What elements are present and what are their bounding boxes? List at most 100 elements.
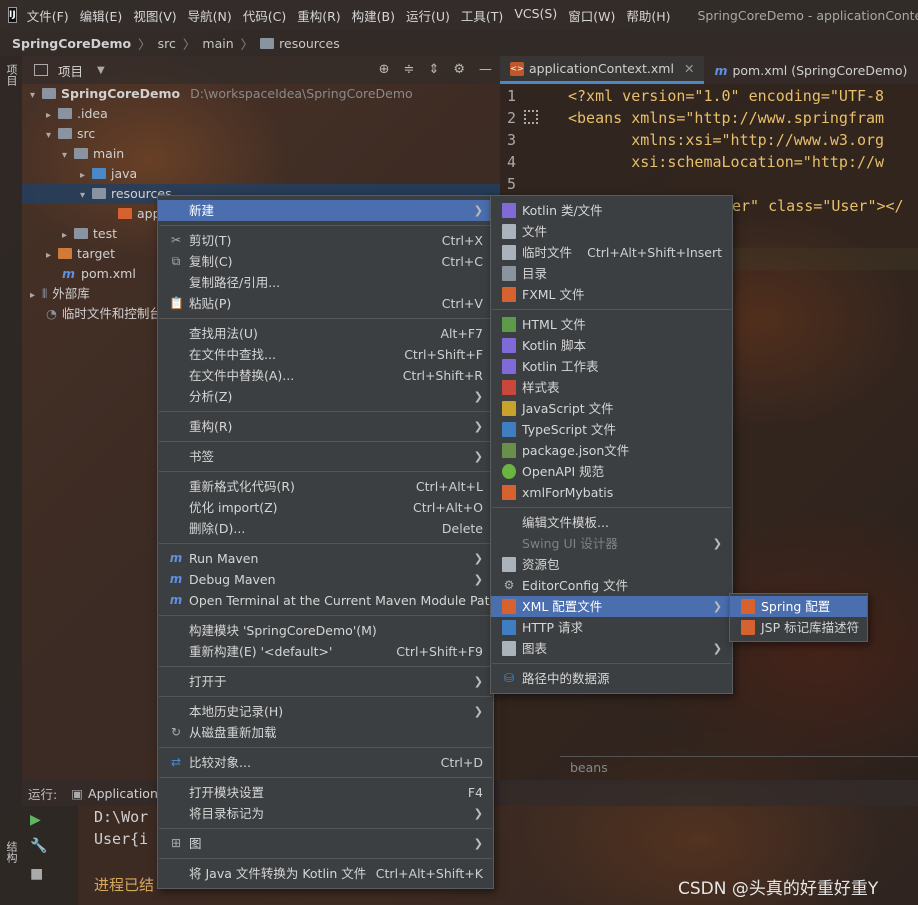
- menu-item[interactable]: ⧉ 复制(C) Ctrl+C: [158, 251, 493, 272]
- locate-icon[interactable]: ⊕: [379, 62, 390, 77]
- chevron-down-icon[interactable]: ▼: [97, 65, 105, 76]
- menu-item[interactable]: 优化 import(Z) Ctrl+Alt+O: [158, 497, 493, 518]
- settings-gear-icon[interactable]: ⚙: [453, 62, 465, 77]
- menu-4[interactable]: 代码(C): [243, 6, 286, 25]
- menu-item[interactable]: 重新构建(E) '<default>' Ctrl+Shift+F9: [158, 641, 493, 662]
- menu-2[interactable]: 视图(V): [133, 6, 176, 25]
- menu-5[interactable]: 重构(R): [297, 6, 340, 25]
- menu-item[interactable]: 构建模块 'SpringCoreDemo'(M): [158, 620, 493, 641]
- close-icon[interactable]: ✕: [684, 61, 694, 76]
- tool-tab-project[interactable]: 项目: [3, 64, 19, 86]
- menu-item[interactable]: Spring 配置: [730, 596, 867, 617]
- menu-item[interactable]: ↻ 从磁盘重新加载: [158, 722, 493, 743]
- expand-all-icon[interactable]: ≑: [404, 62, 415, 77]
- menu-item[interactable]: 复制路径/引用...: [158, 272, 493, 293]
- menu-item[interactable]: 本地历史记录(H) ❯: [158, 701, 493, 722]
- menu-item[interactable]: 将 Java 文件转换为 Kotlin 文件 Ctrl+Alt+Shift+K: [158, 863, 493, 884]
- menu-item[interactable]: Kotlin 工作表: [491, 356, 732, 377]
- menu-item[interactable]: 文件: [491, 221, 732, 242]
- tree-item-main[interactable]: ▾ main: [22, 144, 124, 164]
- tree-item-pom[interactable]: m pom.xml: [22, 264, 136, 284]
- menu-8[interactable]: 工具(T): [461, 6, 503, 25]
- menu-item[interactable]: 临时文件 Ctrl+Alt+Shift+Insert: [491, 242, 732, 263]
- menu-item[interactable]: 删除(D)... Delete: [158, 518, 493, 539]
- menu-item[interactable]: 重新格式化代码(R) Ctrl+Alt+L: [158, 476, 493, 497]
- tree-item-java[interactable]: ▸ java: [22, 164, 137, 184]
- menu-9[interactable]: VCS(S): [514, 6, 557, 25]
- tree-item-scratches[interactable]: ◔ 临时文件和控制台: [22, 304, 162, 324]
- tree-item-root[interactable]: ▾ SpringCoreDemo D:\workspaceIdea\SpringC…: [22, 84, 413, 104]
- spring-bean-gutter-icon[interactable]: [524, 110, 538, 124]
- menu-item[interactable]: JavaScript 文件: [491, 398, 732, 419]
- menu-6[interactable]: 构建(B): [352, 6, 395, 25]
- menu-item[interactable]: FXML 文件: [491, 284, 732, 305]
- menu-11[interactable]: 帮助(H): [626, 6, 670, 25]
- menu-item[interactable]: XML 配置文件 ❯: [491, 596, 732, 617]
- menu-item[interactable]: 图表 ❯: [491, 638, 732, 659]
- menu-7[interactable]: 运行(U): [406, 6, 450, 25]
- editor-breadcrumb[interactable]: beans: [560, 756, 918, 778]
- menu-item[interactable]: ⚙ EditorConfig 文件: [491, 575, 732, 596]
- menu-item[interactable]: m Debug Maven ❯: [158, 569, 493, 590]
- rerun-icon[interactable]: ▶: [30, 812, 41, 828]
- menu-0[interactable]: 文件(F): [27, 6, 69, 25]
- menu-item[interactable]: 查找用法(U) Alt+F7: [158, 323, 493, 344]
- menu-3[interactable]: 导航(N): [188, 6, 232, 25]
- minimize-icon[interactable]: —: [479, 62, 492, 77]
- tree-item-external-libs[interactable]: ▸ ⫴ 外部库: [22, 284, 90, 304]
- menu-1[interactable]: 编辑(E): [80, 6, 123, 25]
- collapse-all-icon[interactable]: ⇕: [428, 62, 439, 77]
- menu-item[interactable]: 将目录标记为 ❯: [158, 803, 493, 824]
- menu-item[interactable]: ⇄ 比较对象... Ctrl+D: [158, 752, 493, 773]
- menu-item[interactable]: 样式表: [491, 377, 732, 398]
- tool-tab-structure[interactable]: 结构: [3, 841, 19, 863]
- menu-item[interactable]: package.json文件: [491, 440, 732, 461]
- menu-item[interactable]: xmlForMybatis: [491, 482, 732, 503]
- menu-item[interactable]: ⛁ 路径中的数据源: [491, 668, 732, 689]
- menu-item[interactable]: HTTP 请求: [491, 617, 732, 638]
- tree-item-src[interactable]: ▾ src: [22, 124, 95, 144]
- menu-item[interactable]: HTML 文件: [491, 314, 732, 335]
- menu-item-label: 优化 import(Z): [189, 500, 278, 515]
- menu-item[interactable]: 资源包: [491, 554, 732, 575]
- menu-item[interactable]: OpenAPI 规范: [491, 461, 732, 482]
- breadcrumb-resources[interactable]: resources: [279, 36, 340, 51]
- breadcrumb-project[interactable]: SpringCoreDemo: [12, 36, 131, 51]
- menu-item[interactable]: Kotlin 类/文件: [491, 200, 732, 221]
- menu-item[interactable]: ⊞ 图 ❯: [158, 833, 493, 854]
- menu-item[interactable]: Kotlin 脚本: [491, 335, 732, 356]
- menu-shortcut: Ctrl+D: [440, 755, 483, 770]
- tree-item-idea[interactable]: ▸ .idea: [22, 104, 108, 124]
- menu-item[interactable]: 书签 ❯: [158, 446, 493, 467]
- menu-item[interactable]: 打开模块设置 F4: [158, 782, 493, 803]
- menu-item[interactable]: TypeScript 文件: [491, 419, 732, 440]
- menu-item[interactable]: 新建 ❯: [158, 200, 493, 221]
- menu-item[interactable]: 目录: [491, 263, 732, 284]
- source-folder-icon: [92, 168, 106, 179]
- menu-item[interactable]: 在文件中查找... Ctrl+Shift+F: [158, 344, 493, 365]
- menu-item[interactable]: 打开于 ❯: [158, 671, 493, 692]
- diagram-icon: [502, 641, 516, 656]
- breadcrumb-src[interactable]: src: [158, 36, 176, 51]
- menu-item[interactable]: m Open Terminal at the Current Maven Modu…: [158, 590, 498, 611]
- menu-item[interactable]: 编辑文件模板...: [491, 512, 732, 533]
- tab-pom[interactable]: mpom.xml (SpringCoreDemo) ✕: [704, 56, 918, 84]
- menu-item[interactable]: 📋 粘贴(P) Ctrl+V: [158, 293, 493, 314]
- project-panel-title[interactable]: 项目: [58, 61, 83, 80]
- menu-item[interactable]: 分析(Z) ❯: [158, 386, 493, 407]
- run-tab-application[interactable]: ▣ Application: [71, 786, 158, 801]
- menu-item[interactable]: 在文件中替换(A)... Ctrl+Shift+R: [158, 365, 493, 386]
- tree-item-target[interactable]: ▸ target: [22, 244, 115, 264]
- tree-item-test[interactable]: ▸ test: [22, 224, 117, 244]
- menu-item[interactable]: ✂ 剪切(T) Ctrl+X: [158, 230, 493, 251]
- breadcrumb-main[interactable]: main: [202, 36, 233, 51]
- tree-item-app-xml[interactable]: app: [22, 204, 161, 224]
- menu-item[interactable]: JSP 标记库描述符: [730, 617, 867, 638]
- tab-application-context[interactable]: <> applicationContext.xml ✕: [500, 56, 705, 84]
- stop-icon[interactable]: ■: [30, 866, 43, 882]
- css-icon: [502, 380, 516, 395]
- menu-item[interactable]: m Run Maven ❯: [158, 548, 493, 569]
- wrench-icon[interactable]: 🔧: [30, 838, 47, 854]
- menu-10[interactable]: 窗口(W): [568, 6, 615, 25]
- menu-item[interactable]: 重构(R) ❯: [158, 416, 493, 437]
